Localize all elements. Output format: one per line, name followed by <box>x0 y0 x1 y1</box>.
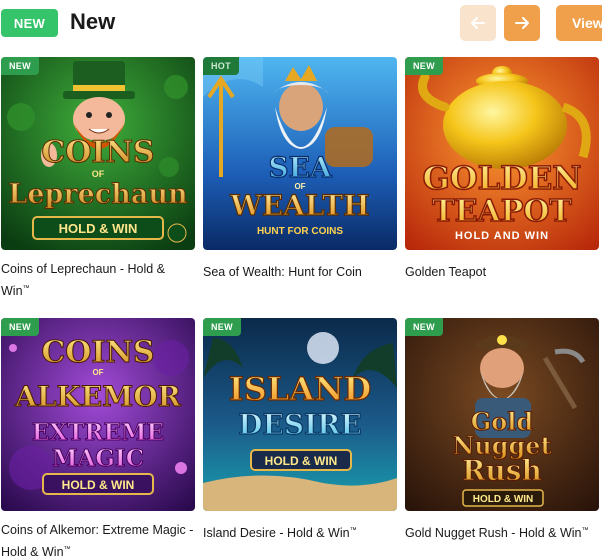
game-thumbnail[interactable]: ISLAND DESIRE HOLD & WIN NEW <box>203 318 397 511</box>
game-art-line1: ISLAND <box>229 370 371 408</box>
game-thumbnail[interactable]: SEA OF WEALTH HUNT FOR COINS HOT <box>203 57 397 250</box>
game-art-line2: OF <box>92 368 103 377</box>
game-art-line3: Rush <box>462 454 542 487</box>
game-art-line5: MAGIC <box>52 445 144 472</box>
hot-tag: HOT <box>203 57 239 75</box>
new-tag: NEW <box>1 318 39 336</box>
game-art-line3: WEALTH <box>229 189 369 222</box>
game-thumbnail[interactable]: GOLDEN TEAPOT HOLD AND WIN NEW <box>405 57 599 250</box>
game-title[interactable]: Sea of Wealth: Hunt for Coin <box>203 260 397 282</box>
game-title[interactable]: Coins of Alkemor: Extreme Magic - Hold &… <box>1 521 195 559</box>
new-tag: NEW <box>405 318 443 336</box>
section-title: New <box>70 9 116 34</box>
game-art: SEA OF WEALTH HUNT FOR COINS <box>203 57 397 250</box>
game-art: COINS OF Leprechaun HOLD & WIN <box>1 57 195 250</box>
game-art-line4: EXTREME <box>32 419 164 446</box>
game-title[interactable]: Golden Teapot <box>405 260 599 282</box>
game-art-line1: COINS <box>41 135 154 170</box>
section-header: NEW New View <box>0 0 602 46</box>
game-thumbnail[interactable]: Gold Nugget Rush HOLD & WIN NEW <box>405 318 599 511</box>
game-art-line1: COINS <box>41 335 154 370</box>
game-art-line3: Leprechaun <box>8 179 188 210</box>
new-tag: NEW <box>405 57 443 75</box>
game-art-line4: HOLD & WIN <box>473 494 534 505</box>
new-tag: NEW <box>203 318 241 336</box>
game-art: ISLAND DESIRE HOLD & WIN <box>203 318 397 511</box>
game-art-line3: HOLD AND WIN <box>455 230 549 242</box>
game-art-line3: ALKEMOR <box>14 380 181 413</box>
game-thumbnail[interactable]: COINS OF Leprechaun HOLD & WIN NEW <box>1 57 195 250</box>
game-thumbnail[interactable]: COINS OF ALKEMOR EXTREME MAGIC HOLD & WI… <box>1 318 195 511</box>
game-art: COINS OF ALKEMOR EXTREME MAGIC HOLD & WI… <box>1 318 195 511</box>
game-art: Gold Nugget Rush HOLD & WIN <box>405 318 599 511</box>
game-art-line6: HOLD & WIN <box>62 478 135 492</box>
view-all-button[interactable]: View <box>556 5 602 41</box>
game-art-line4: HUNT FOR COINS <box>257 226 343 237</box>
arrow-right-icon <box>515 17 529 29</box>
game-art-line1: SEA <box>268 151 333 184</box>
game-title[interactable]: Gold Nugget Rush - Hold & Win™ <box>405 521 599 543</box>
new-tag: NEW <box>1 57 39 75</box>
prev-button[interactable] <box>460 5 496 41</box>
arrow-left-icon <box>471 17 485 29</box>
new-badge: NEW <box>1 9 58 37</box>
game-art-line2: DESIRE <box>238 408 362 441</box>
game-title[interactable]: Coins of Leprechaun - Hold & Win™ <box>1 260 195 301</box>
game-art-line2: TEAPOT <box>432 194 572 229</box>
game-title[interactable]: Island Desire - Hold & Win™ <box>203 521 397 543</box>
game-art-line1: GOLDEN <box>422 159 581 197</box>
next-button[interactable] <box>504 5 540 41</box>
game-art-line4: HOLD & WIN <box>59 221 138 236</box>
game-art: GOLDEN TEAPOT HOLD AND WIN <box>405 57 599 250</box>
game-art-line3: HOLD & WIN <box>265 454 338 468</box>
game-art-line2: OF <box>92 169 105 179</box>
